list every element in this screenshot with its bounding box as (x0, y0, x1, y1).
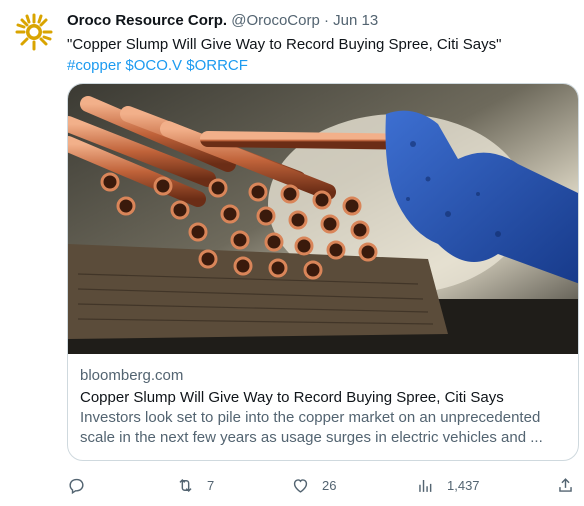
share-icon (559, 477, 572, 492)
like-count: 26 (322, 477, 337, 493)
heart-icon (293, 478, 308, 493)
tweet-date[interactable]: Jun 13 (333, 12, 378, 29)
views-button[interactable]: 1,437 (416, 474, 480, 496)
author-name[interactable]: Oroco Resource Corp. (67, 12, 227, 29)
reply-icon (69, 478, 84, 494)
link-card[interactable]: bloomberg.com Copper Slump Will Give Way… (67, 83, 579, 461)
tweet-text: "Copper Slump Will Give Way to Record Bu… (67, 34, 572, 76)
card-description-line: scale in the next few years as usage sur… (80, 429, 543, 446)
copper-pipes-image (68, 84, 578, 354)
like-button[interactable]: 26 (291, 474, 336, 496)
author-handle[interactable]: @OrocoCorp (231, 12, 320, 29)
tweet-header: Oroco Resource Corp. @OrocoCorp · Jun 13 (67, 11, 378, 31)
card-description: Investors look set to pile into the copp… (80, 408, 568, 448)
card-description-line: Investors look set to pile into the copp… (80, 409, 541, 426)
view-count: 1,437 (447, 477, 480, 493)
tweet-hashtags[interactable]: #copper $OCO.V $ORRCF (67, 55, 572, 76)
reply-button[interactable] (67, 474, 86, 496)
card-title: Copper Slump Will Give Way to Record Buy… (80, 389, 504, 406)
oroco-logo (15, 13, 53, 51)
header-separator: · (323, 12, 329, 29)
action-bar: 7 26 1,437 (0, 474, 584, 498)
retweet-icon (179, 478, 192, 492)
tweet-quote: "Copper Slump Will Give Way to Record Bu… (67, 36, 502, 53)
retweet-button[interactable]: 7 (176, 474, 214, 496)
card-domain: bloomberg.com (80, 367, 184, 384)
card-info: bloomberg.com Copper Slump Will Give Way… (80, 366, 568, 448)
share-button[interactable] (556, 474, 575, 496)
avatar[interactable] (14, 12, 54, 52)
retweet-count: 7 (207, 477, 215, 493)
views-icon (419, 479, 432, 492)
